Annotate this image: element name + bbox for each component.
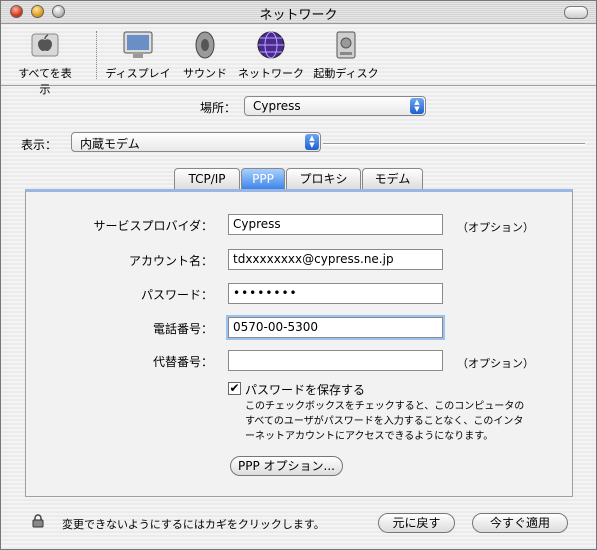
account-name-label: アカウント名： [128,254,213,268]
alternate-number-label: 代替番号： [152,355,213,369]
lock-icon[interactable] [31,514,45,528]
title-bar: ネットワーク [1,1,596,24]
show-popup[interactable]: 内蔵モデム ▲ ▼ [71,132,321,152]
location-label: 場所： [200,101,237,115]
save-password-label: パスワードを保存する [245,383,366,397]
tab-tcpip[interactable]: TCP/IP [174,168,240,189]
phone-number-label: 電話番号： [152,322,213,336]
password-field[interactable]: •••••••• [228,283,443,304]
show-label: 表示： [21,138,58,152]
location-popup[interactable]: Cypress ▲ ▼ [244,96,426,116]
toolbar-startup-disk[interactable]: 起動ディスク [311,29,381,81]
service-provider-optional: （オプション） [457,221,534,234]
toolbar-toggle-button[interactable] [564,6,588,19]
apple-grid-icon [31,33,59,57]
toolbar-separator [96,31,98,79]
toolbar: すべてを表示 ディスプレイ サウンド ネットワーク 起動ディスク [1,23,596,96]
toolbar-network[interactable]: ネットワーク [237,29,305,81]
toolbar-network-label: ネットワーク [238,67,304,80]
toolbar-display-label: ディスプレイ [105,67,171,80]
save-password-checkbox[interactable]: ✔ [228,382,241,395]
note-line: すべてのユーザがパスワードを入力することなく、このインタ [245,416,524,427]
toolbar-sound[interactable]: サウンド [179,29,231,81]
show-all-button[interactable]: すべてを表示 [13,29,77,97]
tab-ppp[interactable]: PPP [241,168,285,189]
note-line: ーネットアカウントにアクセスできるようになります。 [245,431,494,442]
toolbar-startup-disk-label: 起動ディスク [313,67,379,80]
display-icon [123,31,153,58]
checkmark-icon: ✔ [229,381,240,395]
note-line: このチェックボックスをチェックすると、このコンピュータの [245,401,525,412]
lock-hint: 変更できないようにするにはカギをクリックします。 [62,518,325,531]
phone-number-field[interactable]: 0570-00-5300 [228,317,443,338]
password-label: パスワード： [140,288,213,302]
account-name-field[interactable]: tdxxxxxxxx@cypress.ne.jp [228,249,443,270]
alternate-number-field[interactable] [228,350,443,371]
revert-button[interactable]: 元に戻す [378,513,455,533]
show-value: 内蔵モデム [80,137,140,151]
divider [323,143,585,145]
service-provider-label: サービスプロバイダ： [93,219,213,233]
alternate-number-optional: （オプション） [457,357,534,370]
location-value: Cypress [253,99,301,113]
ppp-options-button[interactable]: PPP オプション... [230,456,343,476]
save-password-note: このチェックボックスをチェックすると、このコンピュータの すべてのユーザがパスワ… [245,399,565,444]
tab-modem[interactable]: モデム [362,168,423,189]
window-title: ネットワーク [259,8,338,23]
network-preferences-window: ネットワーク すべてを表示 ディスプレイ サウンド ネットワーク 起動ディスク … [0,0,597,550]
toolbar-sound-label: サウンド [183,67,227,80]
network-globe-icon [257,31,285,59]
popup-arrows-icon: ▲ ▼ [410,98,424,114]
service-provider-field[interactable]: Cypress [228,214,443,235]
toolbar-display[interactable]: ディスプレイ [105,29,171,81]
tab-proxy[interactable]: プロキシ [286,168,361,189]
startup-disk-icon [336,31,356,59]
ppp-pane [25,189,573,497]
apply-now-button[interactable]: 今すぐ適用 [472,513,568,533]
speaker-icon [195,31,215,59]
popup-arrows-icon: ▲ ▼ [305,134,319,150]
show-all-label: すべてを表示 [18,67,72,96]
